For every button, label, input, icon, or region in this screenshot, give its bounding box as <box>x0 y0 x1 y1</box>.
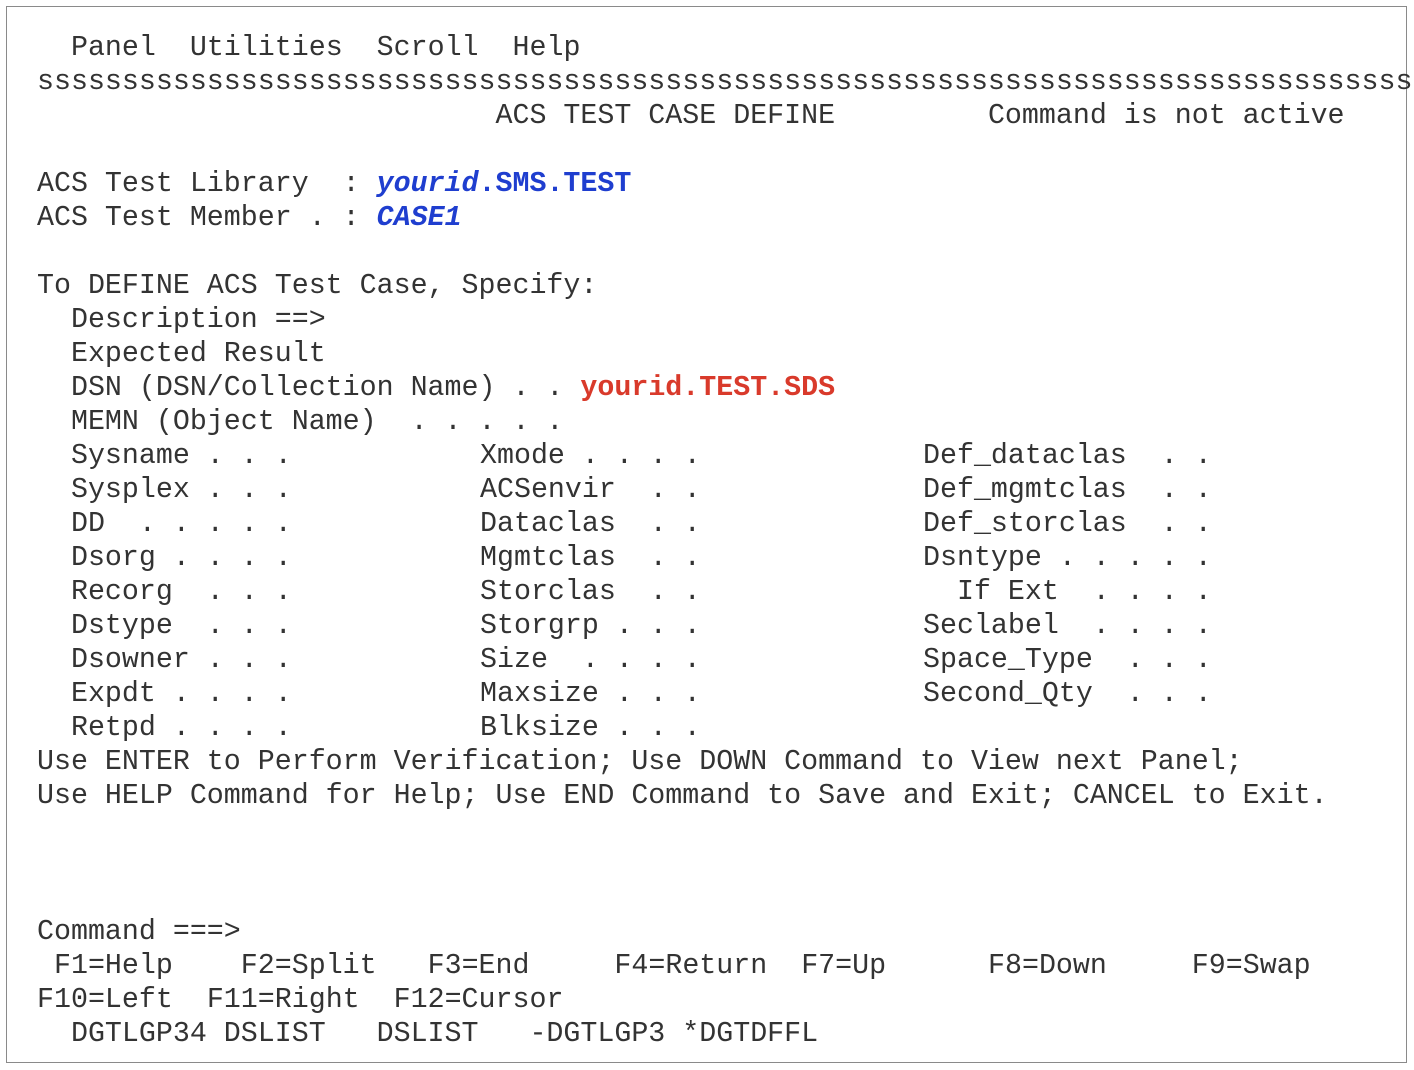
dsn-value[interactable]: yourid.TEST.SDS <box>580 372 835 404</box>
field-dd[interactable]: DD . . . . . <box>37 507 292 541</box>
help-line-1: Use ENTER to Perform Verification; Use D… <box>37 746 1243 778</box>
fkey-f2-split[interactable]: F2=Split <box>241 950 377 982</box>
description-field[interactable]: Description ==> <box>37 303 326 337</box>
fkey-f11-right[interactable]: F11=Right <box>207 984 360 1016</box>
fkey-f10-left[interactable]: F10=Left <box>37 984 173 1016</box>
field-maxsize[interactable]: Maxsize . . . <box>480 677 701 711</box>
menu-help[interactable]: Help <box>513 32 581 64</box>
fkey-row-2: F10=Left F11=Right F12=Cursor <box>37 983 563 1017</box>
menu-panel[interactable]: Panel <box>71 32 156 64</box>
menu-separator: ssssssssssssssssssssssssssssssssssssssss… <box>37 66 1414 98</box>
field-seclabel[interactable]: Seclabel . . . . <box>923 609 1212 643</box>
field-mgmtclas[interactable]: Mgmtclas . . <box>480 541 701 575</box>
field-size[interactable]: Size . . . . <box>480 643 701 677</box>
library-value[interactable]: yourid.SMS.TEST <box>377 168 632 200</box>
field-dsowner[interactable]: Dsowner . . . <box>37 643 292 677</box>
session-tabs[interactable]: DGTLGP34 DSLIST DSLIST -DGTLGP3 *DGTDFFL <box>37 1017 818 1051</box>
memn-field[interactable]: MEMN (Object Name) . . . . . <box>37 405 563 439</box>
library-row: ACS Test Library : yourid.SMS.TEST <box>37 167 631 201</box>
field-second-qty[interactable]: Second_Qty . . . <box>923 677 1212 711</box>
expected-result-label: Expected Result <box>37 338 326 370</box>
field-storgrp[interactable]: Storgrp . . . <box>480 609 701 643</box>
field-dsorg[interactable]: Dsorg . . . . <box>37 541 292 575</box>
library-label: ACS Test Library : <box>37 168 377 200</box>
fkey-f4-return[interactable]: F4=Return <box>614 950 767 982</box>
field-def-dataclas[interactable]: Def_dataclas . . <box>923 439 1212 473</box>
member-value[interactable]: CASE1 <box>377 202 462 234</box>
field-dsntype[interactable]: Dsntype . . . . . <box>923 541 1212 575</box>
dsn-label: DSN (DSN/Collection Name) . . <box>37 372 581 404</box>
field-acsenvir[interactable]: ACSenvir . . <box>480 473 701 507</box>
field-sysplex[interactable]: Sysplex . . . <box>37 473 292 507</box>
panel-title: ACS TEST CASE DEFINE <box>495 100 836 132</box>
field-if-ext[interactable]: If Ext . . . . <box>923 575 1212 609</box>
command-status: Command is not active <box>987 100 1345 132</box>
fkey-f9-swap[interactable]: F9=Swap <box>1192 950 1311 982</box>
field-recorg[interactable]: Recorg . . . <box>37 575 292 609</box>
field-dstype[interactable]: Dstype . . . <box>37 609 292 643</box>
member-label: ACS Test Member . : <box>37 202 377 234</box>
field-xmode[interactable]: Xmode . . . . <box>480 439 701 473</box>
menu-utilities[interactable]: Utilities <box>190 32 343 64</box>
menu-scroll[interactable]: Scroll <box>377 32 479 64</box>
ispf-panel: Panel Utilities Scroll Help ssssssssssss… <box>6 6 1414 1063</box>
menu-bar: Panel Utilities Scroll Help <box>37 31 580 65</box>
panel-title-row: ACS TEST CASE DEFINE Command is not acti… <box>37 99 1345 133</box>
field-def-storclas[interactable]: Def_storclas . . <box>923 507 1212 541</box>
field-def-mgmtclas[interactable]: Def_mgmtclas . . <box>923 473 1212 507</box>
fkey-row-1: F1=Help F2=Split F3=End F4=Return F7=Up … <box>37 949 1311 983</box>
fkey-f3-end[interactable]: F3=End <box>428 950 530 982</box>
fkey-f12-cursor[interactable]: F12=Cursor <box>394 984 564 1016</box>
field-space-type[interactable]: Space_Type . . . <box>923 643 1212 677</box>
field-storclas[interactable]: Storclas . . <box>480 575 701 609</box>
instructions: To DEFINE ACS Test Case, Specify: <box>37 270 598 302</box>
field-expdt[interactable]: Expdt . . . . <box>37 677 292 711</box>
field-blksize[interactable]: Blksize . . . <box>480 711 701 745</box>
field-dataclas[interactable]: Dataclas . . <box>480 507 701 541</box>
member-row: ACS Test Member . : CASE1 <box>37 201 462 235</box>
field-sysname[interactable]: Sysname . . . <box>37 439 292 473</box>
command-input[interactable]: Command ===> <box>37 915 241 949</box>
fkey-f7-up[interactable]: F7=Up <box>801 950 886 982</box>
fkey-f1-help[interactable]: F1=Help <box>37 950 173 982</box>
fkey-f8-down[interactable]: F8=Down <box>988 950 1107 982</box>
help-line-2: Use HELP Command for Help; Use END Comma… <box>37 780 1328 812</box>
dsn-row: DSN (DSN/Collection Name) . . yourid.TES… <box>37 371 835 405</box>
field-retpd[interactable]: Retpd . . . . <box>37 711 292 745</box>
